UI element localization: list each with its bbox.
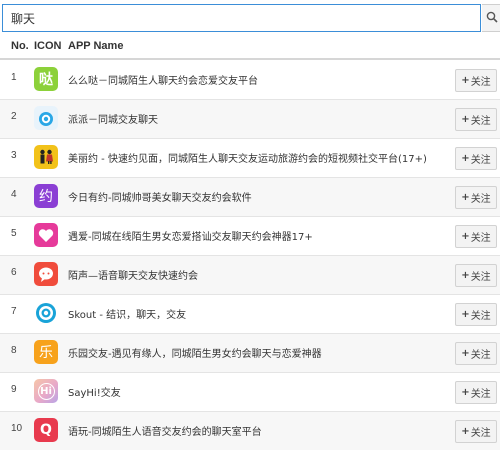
momoda-app-icon[interactable]: 哒 <box>34 67 58 91</box>
row-number: 3 <box>11 150 17 161</box>
row-number: 10 <box>11 423 23 434</box>
search-input[interactable] <box>2 4 481 32</box>
row-number: 1 <box>11 72 17 83</box>
search-icon <box>486 11 498 26</box>
app-name-link[interactable]: 陌声—语音聊天交友快速约会 <box>68 267 198 282</box>
meiliyue-app-icon[interactable] <box>34 145 58 169</box>
app-list: 1 哒 么么哒－同城陌生人聊天约会恋爱交友平台 + 关注 2 派派－同城交友聊天 … <box>0 61 500 450</box>
row-number: 7 <box>11 306 17 317</box>
table-row: 6 陌声—语音聊天交友快速约会 + 关注 <box>0 256 500 295</box>
leyuan-app-icon[interactable]: 乐 <box>34 340 58 364</box>
search-bar <box>2 4 500 32</box>
follow-button[interactable]: + 关注 <box>455 186 497 209</box>
app-name-link[interactable]: 今日有约-同城帅哥美女聊天交友约会软件 <box>68 189 252 204</box>
table-row: 7 Skout - 结识，聊天，交友 + 关注 <box>0 295 500 334</box>
jinriyouyue-app-icon[interactable]: 约 <box>34 184 58 208</box>
app-name-link[interactable]: 乐园交友-遇见有缘人，同城陌生男女约会聊天与恋爱神器 <box>68 345 322 360</box>
table-header: No. ICON APP Name <box>0 34 500 60</box>
row-number: 6 <box>11 267 17 278</box>
table-row: 5 遇爱-同城在线陌生男女恋爱搭讪交友聊天约会神器17+ + 关注 <box>0 217 500 256</box>
follow-button[interactable]: + 关注 <box>455 225 497 248</box>
table-row: 2 派派－同城交友聊天 + 关注 <box>0 100 500 139</box>
follow-button[interactable]: + 关注 <box>455 381 497 404</box>
search-button[interactable] <box>482 4 500 32</box>
sayhi-app-icon[interactable]: Hi <box>34 379 58 403</box>
app-name-link[interactable]: 美丽约 - 快速约见面，同城陌生人聊天交友运动旅游约会的短视频社交平台(17+) <box>68 150 427 165</box>
row-number: 2 <box>11 111 17 122</box>
table-row: 3 美丽约 - 快速约见面，同城陌生人聊天交友运动旅游约会的短视频社交平台(17… <box>0 139 500 178</box>
app-name-link[interactable]: 么么哒－同城陌生人聊天约会恋爱交友平台 <box>68 72 258 87</box>
follow-button[interactable]: + 关注 <box>455 303 497 326</box>
row-number: 9 <box>11 384 17 395</box>
follow-button[interactable]: + 关注 <box>455 108 497 131</box>
row-number: 4 <box>11 189 17 200</box>
skout-app-icon[interactable] <box>34 301 58 325</box>
app-name-link[interactable]: Skout - 结识，聊天，交友 <box>68 306 186 321</box>
row-number: 5 <box>11 228 17 239</box>
table-row: 1 哒 么么哒－同城陌生人聊天约会恋爱交友平台 + 关注 <box>0 61 500 100</box>
app-name-link[interactable]: 遇爱-同城在线陌生男女恋爱搭讪交友聊天约会神器17+ <box>68 228 313 243</box>
table-row: 8 乐 乐园交友-遇见有缘人，同城陌生男女约会聊天与恋爱神器 + 关注 <box>0 334 500 373</box>
app-name-link[interactable]: SayHi!交友 <box>68 384 121 399</box>
row-number: 8 <box>11 345 17 356</box>
table-row: 10 Q 语玩-同城陌生人语音交友约会的聊天室平台 + 关注 <box>0 412 500 450</box>
column-header-app-name: APP Name <box>68 40 124 52</box>
follow-button[interactable]: + 关注 <box>455 69 497 92</box>
paipai-app-icon[interactable] <box>34 106 58 130</box>
follow-button[interactable]: + 关注 <box>455 342 497 365</box>
table-row: 4 约 今日有约-同城帅哥美女聊天交友约会软件 + 关注 <box>0 178 500 217</box>
follow-button[interactable]: + 关注 <box>455 264 497 287</box>
column-header-no: No. <box>11 40 29 52</box>
app-name-link[interactable]: 语玩-同城陌生人语音交友约会的聊天室平台 <box>68 423 262 438</box>
yuai-app-icon[interactable] <box>34 223 58 247</box>
column-header-icon: ICON <box>34 40 62 52</box>
mosheng-app-icon[interactable] <box>34 262 58 286</box>
yuwan-app-icon[interactable]: Q <box>34 418 58 442</box>
app-name-link[interactable]: 派派－同城交友聊天 <box>68 111 158 126</box>
follow-button[interactable]: + 关注 <box>455 420 497 443</box>
follow-button[interactable]: + 关注 <box>455 147 497 170</box>
table-row: 9 Hi SayHi!交友 + 关注 <box>0 373 500 412</box>
